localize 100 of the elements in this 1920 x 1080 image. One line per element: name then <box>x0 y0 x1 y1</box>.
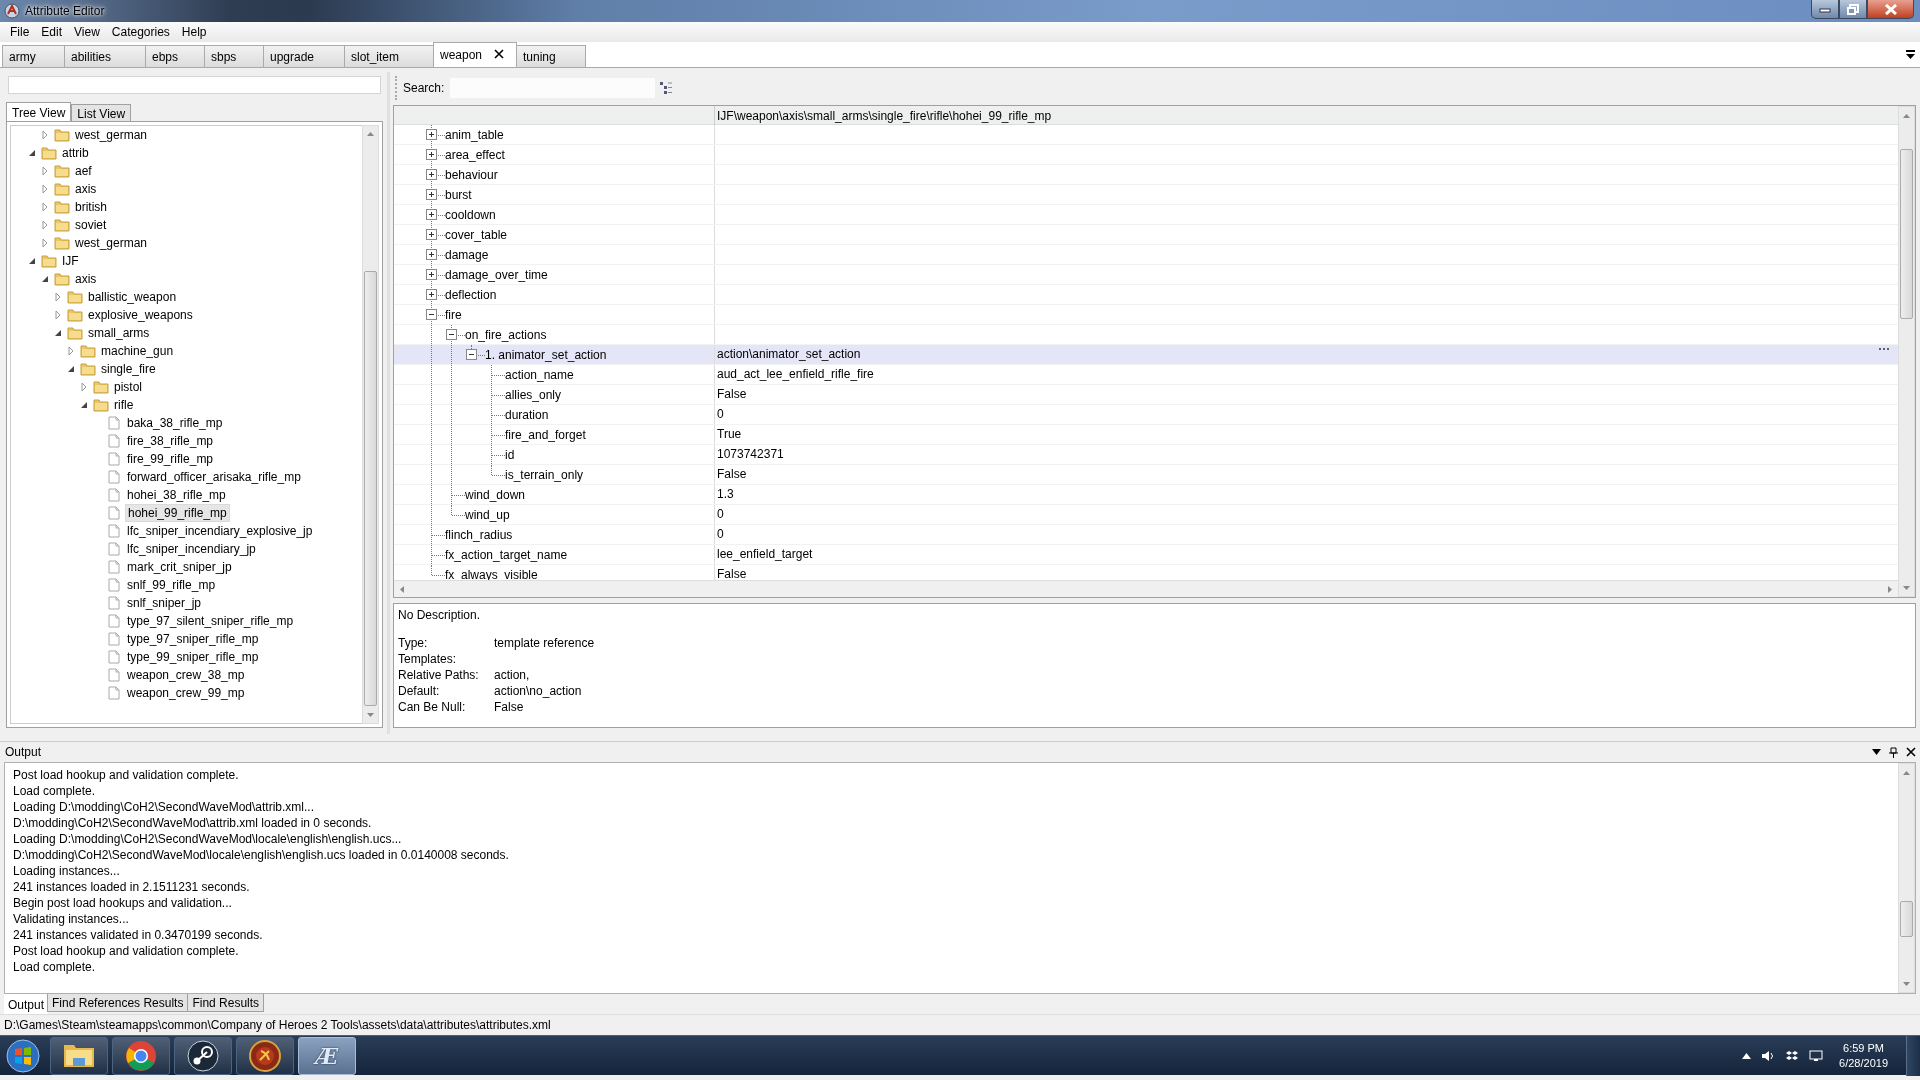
clock[interactable]: 6:59 PM 6/28/2019 <box>1839 1040 1888 1071</box>
tab[interactable]: upgrade <box>263 45 345 67</box>
categorize-icon[interactable] <box>659 81 674 95</box>
dropdown-icon[interactable] <box>1905 50 1916 59</box>
tab[interactable]: slot_item <box>344 45 434 67</box>
scroll-up-icon[interactable] <box>1903 113 1910 118</box>
scroll-right-icon[interactable] <box>1888 585 1892 593</box>
property-row[interactable]: duration 0 <box>394 405 1898 425</box>
vertical-scrollbar[interactable] <box>1898 763 1915 993</box>
close-button[interactable] <box>1867 0 1914 19</box>
property-row[interactable]: cover_table <box>394 225 1898 245</box>
expand-icon[interactable] <box>426 269 437 280</box>
tree-item[interactable]: pistol <box>112 379 144 395</box>
collapse-icon[interactable] <box>426 309 437 320</box>
taskbar-button[interactable] <box>50 1036 108 1075</box>
tree-item[interactable]: fire_38_rifle_mp <box>125 433 216 449</box>
property-row[interactable]: 1. animator_set_action action\animator_set_action <box>394 345 1898 365</box>
menu-item[interactable]: Categories <box>105 25 176 39</box>
collapse-icon[interactable] <box>466 349 477 360</box>
tree-item[interactable]: british <box>73 199 109 215</box>
tree-item[interactable]: axis <box>73 271 99 287</box>
collapse-icon[interactable] <box>53 328 63 338</box>
menu-item[interactable]: Edit <box>35 25 69 39</box>
minimize-icon[interactable] <box>1819 5 1831 13</box>
property-row[interactable]: wind_up 0 <box>394 505 1898 525</box>
tree-item[interactable]: type_99_sniper_rifle_mp <box>125 649 261 665</box>
tree-item[interactable]: lfc_sniper_incendiary_jp <box>125 541 258 557</box>
tree-item[interactable]: hohei_99_rifle_mp <box>125 504 230 522</box>
panel-tab[interactable]: Find Results <box>187 994 265 1012</box>
vertical-scrollbar[interactable] <box>1898 106 1915 597</box>
tree-item[interactable]: west_german <box>73 127 150 143</box>
tree-item[interactable]: small_arms <box>86 325 152 341</box>
vertical-scrollbar[interactable] <box>362 125 379 724</box>
taskbar-button[interactable] <box>236 1036 294 1075</box>
property-row[interactable]: is_terrain_only False <box>394 465 1898 485</box>
tab[interactable]: ebps <box>145 45 205 67</box>
scroll-thumb[interactable] <box>1900 149 1913 319</box>
tree-item[interactable]: weapon_crew_99_mp <box>125 685 247 701</box>
scroll-left-icon[interactable] <box>400 585 404 593</box>
tree-item[interactable]: attrib <box>60 145 91 161</box>
more-icon[interactable] <box>1878 347 1890 351</box>
expand-icon[interactable] <box>426 169 437 180</box>
tab[interactable]: army <box>2 45 65 67</box>
property-row[interactable]: action_name aud_act_lee_enfield_rifle_fire <box>394 365 1898 385</box>
expand-icon[interactable] <box>426 249 437 260</box>
start-button[interactable] <box>6 1038 40 1073</box>
monitor-icon[interactable] <box>1809 1049 1824 1062</box>
tree-item[interactable]: weapon_crew_38_mp <box>125 667 247 683</box>
maximize-button[interactable] <box>1839 0 1867 19</box>
tree-item[interactable]: snlf_99_rifle_mp <box>125 577 218 593</box>
property-row[interactable]: deflection <box>394 285 1898 305</box>
tree-item[interactable]: single_fire <box>99 361 158 377</box>
show-desktop-button[interactable] <box>1906 1035 1920 1076</box>
collapse-icon[interactable] <box>27 256 37 266</box>
property-row[interactable]: fire <box>394 305 1898 325</box>
scroll-down-icon[interactable] <box>1903 585 1910 590</box>
property-row[interactable]: fire_and_forget True <box>394 425 1898 445</box>
minimize-button[interactable] <box>1811 0 1839 19</box>
tab[interactable]: tuning <box>516 45 586 67</box>
tree-item[interactable]: lfc_sniper_incendiary_explosive_jp <box>125 523 315 539</box>
scroll-down-icon[interactable] <box>1903 981 1910 986</box>
tab[interactable]: sbps <box>204 45 264 67</box>
scroll-thumb[interactable] <box>364 271 377 707</box>
menu-item[interactable]: View <box>68 25 106 39</box>
scroll-up-icon[interactable] <box>1903 770 1910 775</box>
expand-icon[interactable] <box>426 229 437 240</box>
tree-item[interactable]: machine_gun <box>99 343 176 359</box>
collapse-icon[interactable] <box>79 400 89 410</box>
property-row[interactable]: anim_table <box>394 125 1898 145</box>
collapse-icon[interactable] <box>27 148 37 158</box>
collapse-icon[interactable] <box>40 274 50 284</box>
tree-item[interactable]: hohei_38_rifle_mp <box>125 487 228 503</box>
pin-icon[interactable] <box>1889 746 1898 758</box>
taskbar-button[interactable] <box>112 1036 170 1075</box>
tree-item[interactable]: type_97_silent_sniper_rifle_mp <box>125 613 296 629</box>
tab[interactable]: abilities <box>64 45 146 67</box>
filter-field[interactable] <box>8 76 381 94</box>
horizontal-scrollbar[interactable] <box>394 580 1898 597</box>
property-row[interactable]: behaviour <box>394 165 1898 185</box>
tree-item[interactable]: west_german <box>73 235 150 251</box>
tree-item[interactable]: fire_99_rifle_mp <box>125 451 216 467</box>
tree-item[interactable]: forward_officer_arisaka_rifle_mp <box>125 469 303 485</box>
tree-item[interactable]: mark_crit_sniper_jp <box>125 559 234 575</box>
tree-item[interactable]: explosive_weapons <box>86 307 195 323</box>
expand-icon[interactable] <box>426 189 437 200</box>
dropdown-icon[interactable] <box>1872 749 1881 755</box>
view-tab[interactable]: List View <box>71 104 132 121</box>
tree-item[interactable]: rifle <box>112 397 136 413</box>
tree-item[interactable]: baka_38_rifle_mp <box>125 415 225 431</box>
property-row[interactable]: cooldown <box>394 205 1898 225</box>
property-row[interactable]: damage_over_time <box>394 265 1898 285</box>
tree-item[interactable]: ballistic_weapon <box>86 289 179 305</box>
tree-item[interactable]: aef <box>73 163 94 179</box>
tree-item[interactable]: snlf_sniper_jp <box>125 595 204 611</box>
property-row[interactable]: id 1073742371 <box>394 445 1898 465</box>
property-row[interactable]: burst <box>394 185 1898 205</box>
tree-item[interactable]: soviet <box>73 217 109 233</box>
view-tab[interactable]: Tree View <box>6 102 72 121</box>
property-row[interactable]: allies_only False <box>394 385 1898 405</box>
tree-item[interactable]: axis <box>73 181 99 197</box>
